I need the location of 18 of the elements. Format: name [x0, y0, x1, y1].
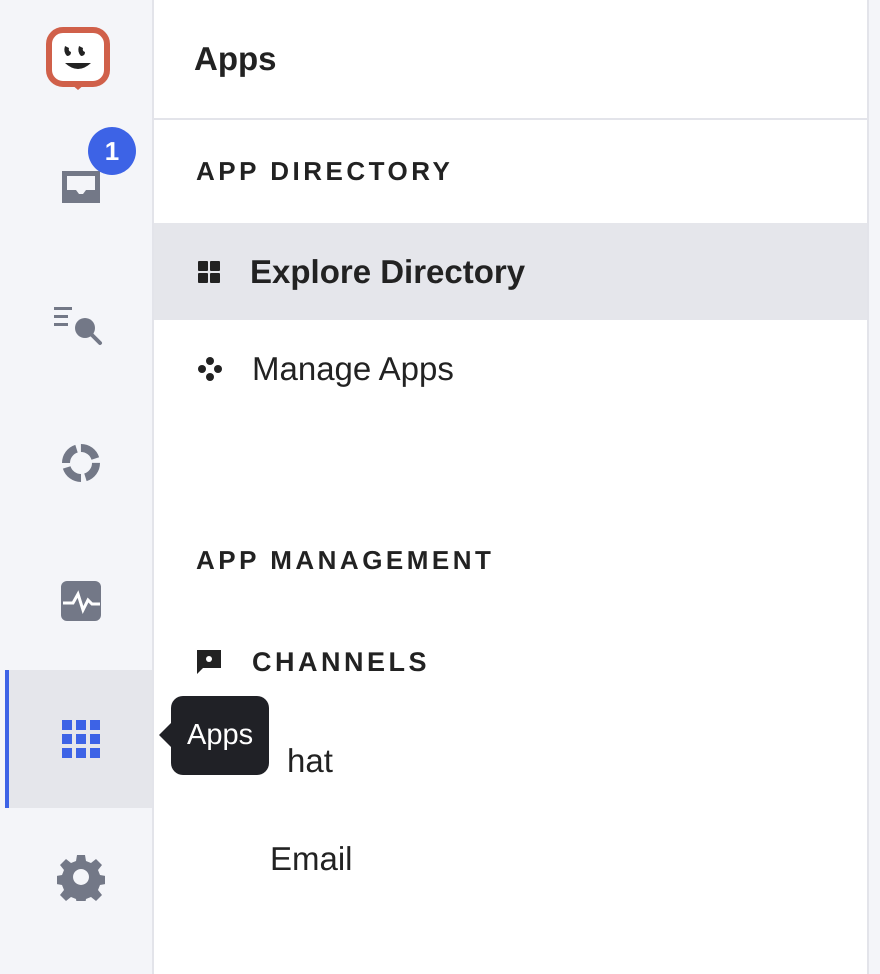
- menu-item[interactable]: Manage Apps: [154, 320, 867, 417]
- notification-badge: 1: [88, 127, 136, 175]
- tooltip: Apps: [159, 696, 270, 775]
- menu-item[interactable]: Email: [264, 836, 359, 882]
- panel-title: Apps: [194, 40, 276, 78]
- chat-icon: [196, 649, 222, 675]
- section-heading: APP MANAGEMENT: [196, 545, 494, 576]
- rail-item[interactable]: 1: [5, 118, 152, 256]
- menu-item[interactable]: Explore Directory: [154, 223, 867, 320]
- menu-item[interactable]: hat: [281, 738, 339, 784]
- dots-icon: [198, 356, 222, 380]
- grid-icon: [60, 719, 100, 759]
- tooltip-pointer: [159, 723, 171, 748]
- settings-icon: [56, 853, 104, 901]
- grid-icon: [198, 260, 220, 282]
- section-heading: APP DIRECTORY: [196, 156, 454, 187]
- activity-icon: [58, 579, 102, 623]
- logo-icon[interactable]: [45, 26, 111, 92]
